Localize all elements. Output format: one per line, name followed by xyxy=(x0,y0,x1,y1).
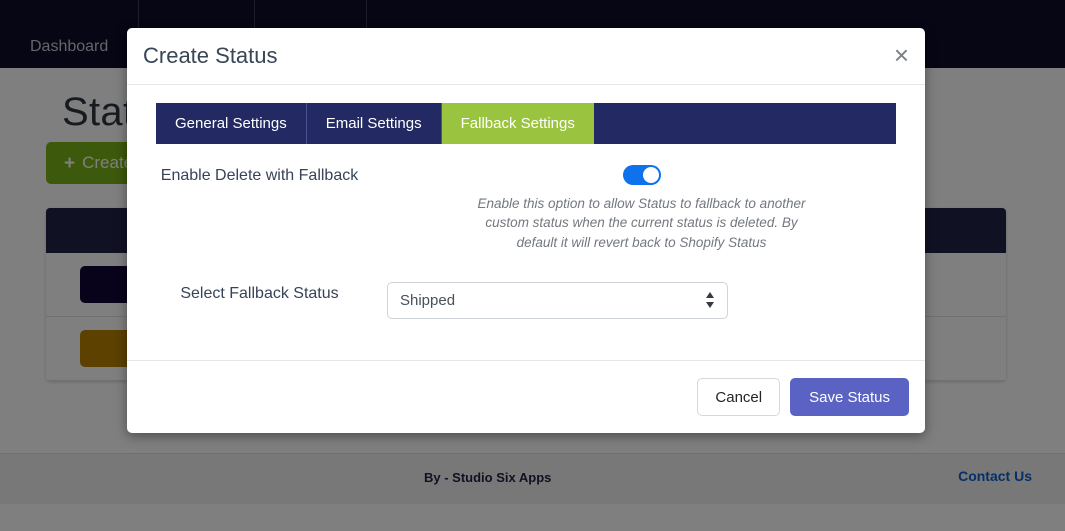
enable-fallback-row: Enable Delete with Fallback Enable this … xyxy=(156,162,896,252)
save-status-button[interactable]: Save Status xyxy=(790,378,909,416)
tab-general-settings[interactable]: General Settings xyxy=(156,103,307,144)
select-fallback-status[interactable]: Shipped xyxy=(387,282,728,320)
tab-email-settings-label: Email Settings xyxy=(325,115,422,132)
tab-email-settings[interactable]: Email Settings xyxy=(307,103,442,144)
tab-general-settings-label: General Settings xyxy=(175,115,287,132)
create-status-modal: Create Status × General Settings Email S… xyxy=(127,28,925,433)
toggle-knob xyxy=(642,167,659,183)
close-icon[interactable]: × xyxy=(894,42,909,68)
modal-header: Create Status × xyxy=(127,28,925,85)
enable-fallback-help-text: Enable this option to allow Status to fa… xyxy=(477,196,806,250)
select-fallback-value: Shipped xyxy=(400,292,456,310)
modal-body: General Settings Email Settings Fallback… xyxy=(127,85,925,360)
modal-title: Create Status xyxy=(143,43,278,68)
enable-fallback-field: Enable this option to allow Status to fa… xyxy=(363,162,896,252)
tabbar-filler xyxy=(595,103,896,144)
settings-tabs: General Settings Email Settings Fallback… xyxy=(156,103,896,144)
app-root: Dashboard Status + Create Status xyxy=(0,0,1065,531)
modal-footer: Cancel Save Status xyxy=(127,360,925,433)
enable-fallback-toggle[interactable] xyxy=(622,165,661,185)
select-fallback-label: Select Fallback Status xyxy=(180,285,339,303)
select-fallback-wrap: Shipped xyxy=(387,282,728,320)
cancel-button[interactable]: Cancel xyxy=(697,378,781,416)
select-fallback-field: Shipped xyxy=(363,280,896,320)
tab-fallback-settings[interactable]: Fallback Settings xyxy=(441,103,595,144)
tab-fallback-settings-label: Fallback Settings xyxy=(460,115,575,132)
select-fallback-row: Select Fallback Status Shipped xyxy=(156,280,896,320)
enable-fallback-label: Enable Delete with Fallback xyxy=(160,167,359,184)
